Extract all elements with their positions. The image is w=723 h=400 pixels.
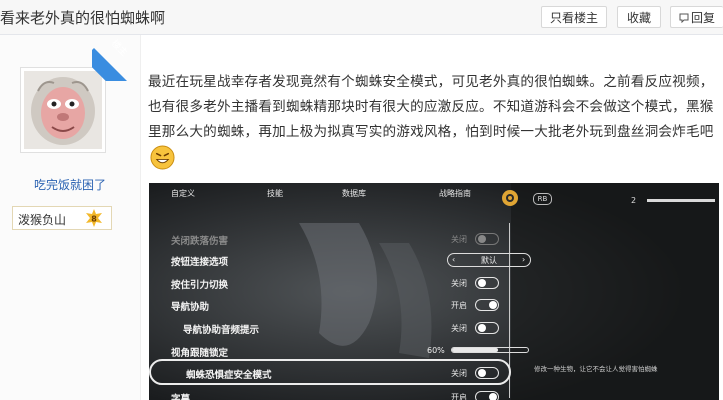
rb-button-hint: RB xyxy=(533,193,552,205)
op-badge-label: 楼主 xyxy=(109,38,129,59)
progress-bar xyxy=(647,199,715,202)
reply-label: 回复 xyxy=(690,11,715,25)
setting-value: 关闭 xyxy=(451,235,467,244)
game-tab-custom[interactable]: 自定义 xyxy=(171,188,195,199)
toggle-knob xyxy=(489,393,497,400)
user-panel: 楼主 吃完饭就困了 泼猴负山 8 xyxy=(0,35,141,400)
setting-row[interactable]: 按钮连接选项 ‹ 默认 › xyxy=(171,252,531,270)
toggle-knob xyxy=(489,301,497,309)
level-name: 泼猴负山 xyxy=(18,213,67,227)
thread-title: 看来老外真的很怕蜘蛛啊 xyxy=(0,9,166,27)
setting-label: 关闭跌落伤害 xyxy=(171,236,229,247)
setting-toggle[interactable] xyxy=(475,233,499,245)
username-link[interactable]: 吃完饭就困了 xyxy=(0,176,140,193)
op-badge-band xyxy=(92,48,138,81)
op-badge: 楼主 xyxy=(92,35,138,81)
toggle-knob xyxy=(478,369,486,377)
setting-label: 按钮连接选项 xyxy=(171,257,229,268)
thread-header: 看来老外真的很怕蜘蛛啊 只看楼主 收藏 回复 xyxy=(0,0,723,35)
toggle-knob xyxy=(478,279,486,287)
setting-value: 关闭 xyxy=(451,279,467,288)
game-tab-bar: 自定义 技能 数据库 战略指南 RB 2 xyxy=(149,183,719,213)
setting-row-selected[interactable]: 蜘蛛恐惧症安全模式 关闭 xyxy=(171,365,511,383)
post-content: 最近在玩星战幸存者发现竟然有个蜘蛛安全模式，可见老外真的很怕蜘蛛。之前看反应视频… xyxy=(148,70,716,173)
avatar-image xyxy=(24,71,102,149)
post-body: 最近在玩星战幸存者发现竟然有个蜘蛛安全模式，可见老外真的很怕蜘蛛。之前看反应视频… xyxy=(148,74,714,140)
setting-label: 按住引力切换 xyxy=(171,280,229,291)
setting-select[interactable]: ‹ 默认 › xyxy=(447,253,531,267)
setting-value: 默认 xyxy=(481,256,497,265)
star-badge-icon: 8 xyxy=(86,209,102,227)
currency-count: 2 xyxy=(631,196,637,205)
game-tab-database[interactable]: 数据库 xyxy=(342,188,366,199)
reply-button[interactable]: 回复 xyxy=(670,6,723,28)
game-tab-skills[interactable]: 技能 xyxy=(267,188,283,199)
speech-bubble-icon xyxy=(679,13,689,23)
setting-row[interactable]: 导航协助 开启 xyxy=(171,297,511,315)
game-screenshot: 自定义 技能 数据库 战略指南 RB 2 关闭跌落伤害 关闭 按钮连接选项 ‹ … xyxy=(149,183,719,400)
only-op-button[interactable]: 只看楼主 xyxy=(541,6,607,28)
toggle-knob xyxy=(478,324,486,332)
setting-row[interactable]: 关闭跌落伤害 关闭 xyxy=(171,231,511,249)
toggle-knob xyxy=(478,235,486,243)
setting-value: 开启 xyxy=(451,301,467,310)
level-number: 8 xyxy=(91,215,97,224)
setting-toggle[interactable] xyxy=(475,277,499,289)
gear-icon[interactable] xyxy=(501,189,519,207)
setting-toggle[interactable] xyxy=(475,322,499,334)
setting-value: 关闭 xyxy=(451,324,467,333)
setting-label: 导航协助 xyxy=(171,302,210,313)
setting-value: 关闭 xyxy=(451,369,467,378)
setting-label: 视角跟随锁定 xyxy=(171,348,229,359)
game-tab-guide[interactable]: 战略指南 xyxy=(439,188,471,199)
setting-label: 字幕 xyxy=(171,394,191,400)
slider-fill xyxy=(452,348,498,352)
setting-row[interactable]: 导航协助音频提示 关闭 xyxy=(171,320,511,338)
setting-toggle[interactable] xyxy=(475,299,499,311)
setting-row[interactable]: 按住引力切换 关闭 xyxy=(171,275,511,293)
setting-row[interactable]: 字幕 开启 xyxy=(171,389,511,400)
setting-toggle[interactable] xyxy=(475,367,499,379)
grinning-emoji-icon xyxy=(150,145,175,170)
chevron-right-icon[interactable]: › xyxy=(522,255,525,264)
setting-description: 修改一种生物，让它不会让人觉得害怕蜘蛛 xyxy=(534,365,658,373)
setting-toggle[interactable] xyxy=(475,391,499,400)
setting-label: 导航协助音频提示 xyxy=(183,325,260,336)
user-level[interactable]: 泼猴负山 8 xyxy=(12,206,112,230)
setting-value: 60% xyxy=(427,346,445,355)
setting-value: 开启 xyxy=(451,393,467,400)
favorite-button[interactable]: 收藏 xyxy=(617,6,661,28)
setting-label: 蜘蛛恐惧症安全模式 xyxy=(186,370,272,381)
setting-slider[interactable] xyxy=(451,347,529,353)
